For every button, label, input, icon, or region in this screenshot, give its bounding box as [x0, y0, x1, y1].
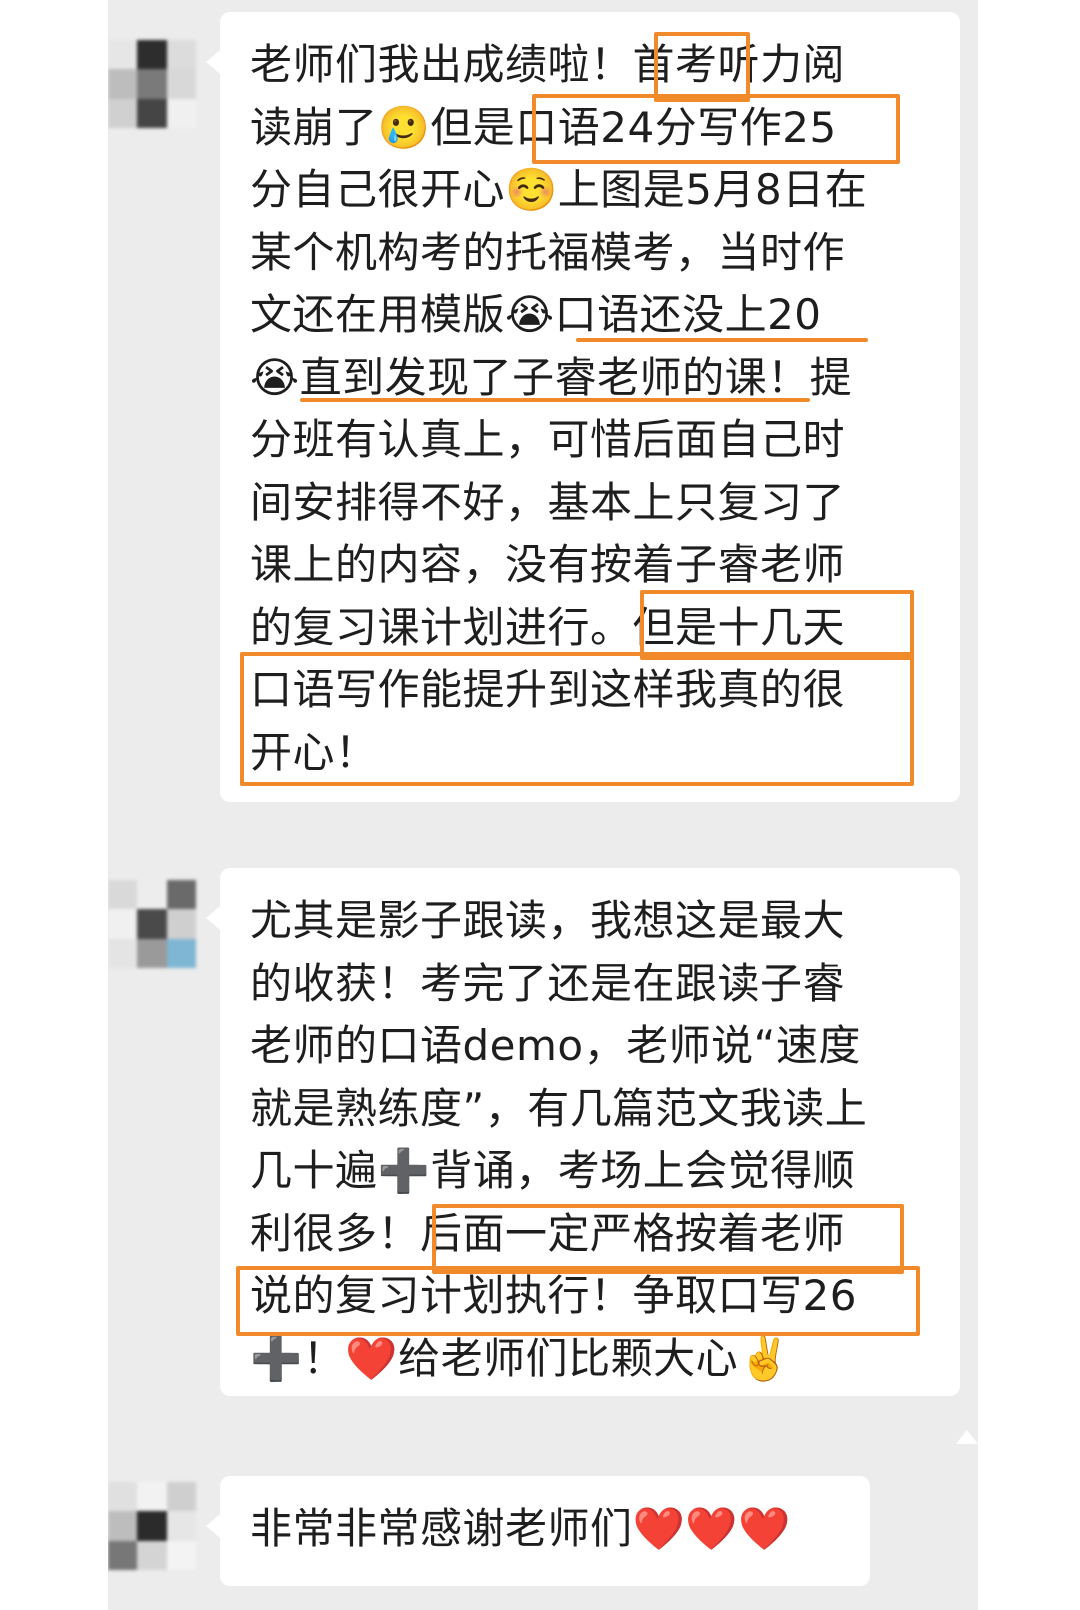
- avatar[interactable]: [108, 880, 196, 968]
- highlight-box: [432, 1204, 904, 1274]
- message-bubble[interactable]: 非常非常感谢老师们❤️❤️❤️: [206, 1476, 870, 1586]
- avatar[interactable]: [108, 40, 196, 128]
- chat-screen: 老师们我出成绩啦！首考听力阅 读崩了🥲但是口语24分写作25 分自己很开心☺️上…: [108, 0, 978, 1610]
- highlight-box: [640, 590, 914, 660]
- highlight-box: [654, 32, 750, 102]
- highlight-underline: [300, 398, 810, 402]
- message-bubble[interactable]: 老师们我出成绩啦！首考听力阅 读崩了🥲但是口语24分写作25 分自己很开心☺️上…: [206, 12, 960, 802]
- highlight-box: [236, 1266, 920, 1336]
- scroll-indicator: [956, 1430, 978, 1444]
- message-bubble[interactable]: 尤其是影子跟读，我想这是最大 的收获！考完了还是在跟读子睿 老师的口语demo，…: [206, 868, 960, 1396]
- highlight-underline: [576, 338, 868, 342]
- highlight-box: [532, 94, 900, 164]
- message-text: 非常非常感谢老师们❤️❤️❤️: [250, 1504, 791, 1553]
- avatar[interactable]: [108, 1482, 196, 1570]
- highlight-box: [240, 652, 914, 786]
